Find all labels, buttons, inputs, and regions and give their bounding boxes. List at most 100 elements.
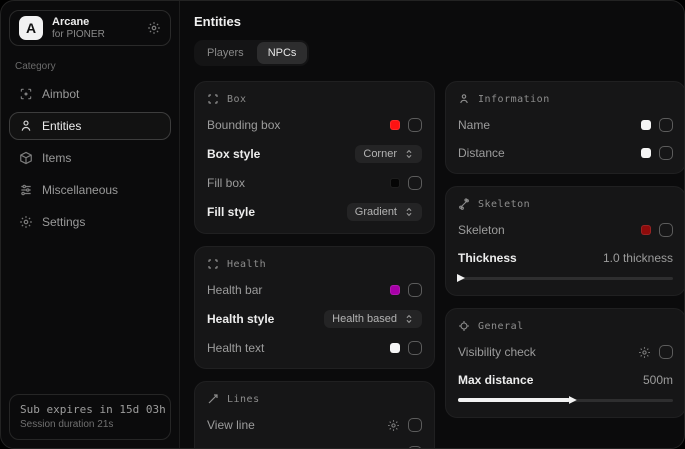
sidebar-item-settings[interactable]: Settings [9,208,171,236]
setting-row-fill-style: Fill style Gradient [207,203,422,221]
dropdown-value: Gradient [355,206,397,218]
cube-icon [19,151,33,165]
setting-label: Distance [458,146,505,160]
entities-icon [19,119,33,133]
box-style-dropdown[interactable]: Corner [355,145,422,163]
target-icon [458,320,470,332]
chevron-up-down-icon [404,207,414,217]
checkbox[interactable] [659,146,673,160]
setting-label: Fill box [207,176,245,190]
setting-row-thickness: Thickness 1.0 thickness [458,250,673,266]
card-title: General [478,321,524,332]
setting-row-skeleton: Skeleton [458,222,673,238]
category-label: Category [15,61,165,72]
tab-bar: Players NPCs [194,40,309,66]
fill-style-dropdown[interactable]: Gradient [347,203,422,221]
color-swatch[interactable] [390,343,400,353]
slider-thumb[interactable] [569,396,577,404]
checkbox[interactable] [659,345,673,359]
tab-players[interactable]: Players [196,42,255,64]
max-distance-slider[interactable] [458,395,673,405]
setting-row-distance: Distance [458,145,673,161]
setting-label: Health bar [207,283,262,297]
chevron-up-down-icon [404,149,414,159]
brackets-icon [207,258,219,270]
setting-label: Name [458,118,490,132]
sidebar-item-label: Settings [42,215,85,229]
checkbox[interactable] [408,341,422,355]
setting-row-name: Name [458,117,673,133]
color-swatch[interactable] [641,120,651,130]
health-style-dropdown[interactable]: Health based [324,310,422,328]
slider-track[interactable] [458,277,673,280]
card-title: Lines [227,394,260,405]
setting-label: Max distance [458,373,533,387]
app-subtitle: for PIONER [52,29,138,41]
checkbox[interactable] [659,223,673,237]
subscription-info-card: Sub expires in 15d 03h Session duration … [9,394,171,440]
color-swatch[interactable] [390,178,400,188]
color-swatch[interactable] [390,120,400,130]
setting-row-bounding-box: Bounding box [207,117,422,133]
checkbox[interactable] [408,118,422,132]
setting-row-max-distance: Max distance 500m [458,372,673,388]
sidebar-item-label: Items [42,151,71,165]
card-general: General Visibility check [445,308,685,418]
person-info-icon [458,93,470,105]
app-header-card: A Arcane for PIONER [9,10,171,46]
checkbox[interactable] [408,283,422,297]
max-distance-value: 500m [643,373,673,387]
card-box: Box Bounding box Box style Corner [194,81,435,234]
checkbox[interactable] [408,176,422,190]
setting-label: Skeleton [458,223,505,237]
sidebar-item-aimbot[interactable]: Aimbot [9,80,171,108]
checkbox[interactable] [408,418,422,432]
setting-label: Thickness [458,251,517,265]
gear-icon [19,215,33,229]
setting-label: Health text [207,341,264,355]
slider-thumb[interactable] [457,274,465,282]
sidebar-item-items[interactable]: Items [9,144,171,172]
sidebar-nav: Aimbot Entities Items [9,80,171,236]
app-window: A Arcane for PIONER Category [0,0,685,449]
app-title-block: Arcane for PIONER [52,16,138,40]
card-lines: Lines View line [194,381,435,449]
left-column: Box Bounding box Box style Corner [194,81,435,449]
card-title: Information [478,94,550,105]
sub-expires-text: Sub expires in 15d 03h [20,403,160,416]
tab-npcs[interactable]: NPCs [257,42,308,64]
color-swatch[interactable] [390,285,400,295]
setting-label: Box style [207,147,260,161]
sidebar-item-label: Aimbot [42,87,79,101]
thickness-value: 1.0 thickness [603,251,673,265]
right-column: Information Name Distance [445,81,685,449]
chevron-up-down-icon [404,314,414,324]
color-swatch[interactable] [641,148,651,158]
checkbox[interactable] [659,118,673,132]
setting-label: Fill style [207,205,255,219]
setting-row-fill-box: Fill box [207,175,422,191]
thickness-slider[interactable] [458,273,673,283]
card-title: Skeleton [478,199,530,210]
main-panel: Entities Players NPCs Box [180,1,685,448]
card-skeleton: Skeleton Skeleton Thickness 1.0 thicknes… [445,186,685,296]
dropdown-value: Corner [363,148,397,160]
color-swatch[interactable] [641,225,651,235]
gear-icon[interactable] [387,419,400,432]
card-health: Health Health bar Health style Health ba… [194,246,435,369]
gear-icon[interactable] [638,346,651,359]
brackets-icon [207,93,219,105]
setting-label: Bounding box [207,118,280,132]
setting-label: View line [207,418,255,432]
sidebar-item-entities[interactable]: Entities [9,112,171,140]
sliders-icon [19,183,33,197]
card-title: Box [227,94,247,105]
gear-icon[interactable] [147,21,161,35]
setting-label: Visibility check [458,345,536,359]
sidebar-item-miscellaneous[interactable]: Miscellaneous [9,176,171,204]
setting-row-view-line: View line [207,417,422,433]
setting-row-health-style: Health style Health based [207,310,422,328]
app-logo: A [19,16,43,40]
setting-row-health-text: Health text [207,340,422,356]
dropdown-value: Health based [332,313,397,325]
